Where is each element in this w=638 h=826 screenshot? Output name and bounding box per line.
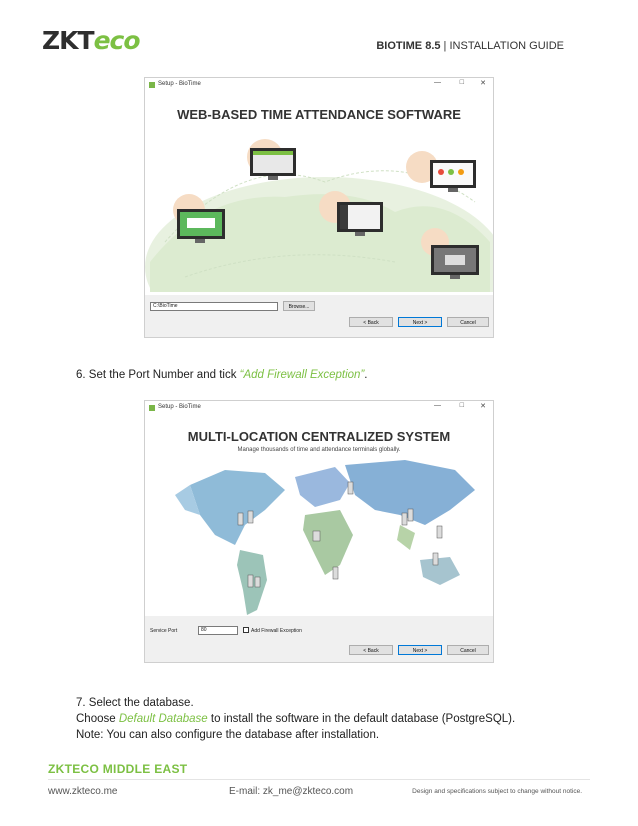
monitor-icon (250, 148, 296, 180)
monitor-icon (430, 160, 476, 192)
installer-footer: Service Port 80 Add Firewall Exception <… (145, 616, 493, 662)
step-7-instruction: Choose Default Database to install the s… (76, 713, 515, 725)
window-title: Setup - BioTime (158, 404, 201, 410)
footer-brand: ZKTECO MIDDLE EAST (48, 762, 188, 776)
footer-website[interactable]: www.zkteco.me (48, 786, 117, 797)
firewall-checkbox-label[interactable]: Add Firewall Exception (251, 628, 302, 634)
back-button[interactable]: < Back (349, 317, 393, 327)
service-port-field[interactable]: 80 (198, 626, 238, 635)
hero-banner: MULTI-LOCATION CENTRALIZED SYSTEM Manage… (145, 415, 493, 630)
monitor-icon (431, 245, 479, 279)
next-button[interactable]: Next > (398, 317, 442, 327)
footer-divider (48, 779, 590, 780)
maximize-icon[interactable]: □ (460, 79, 464, 86)
installer-footer: C:\BioTime Browse... < Back Next > Cance… (145, 295, 493, 337)
setup-window-screenshot-1: Setup - BioTime — □ ✕ WEB-BASED TIME ATT… (144, 77, 494, 338)
footer-disclaimer: Design and specifications subject to cha… (412, 788, 582, 795)
maximize-icon[interactable]: □ (460, 402, 464, 409)
footer-email[interactable]: E-mail: zk_me@zkteco.com (229, 786, 353, 797)
firewall-checkbox[interactable] (243, 627, 249, 633)
service-port-label: Service Port (150, 628, 178, 634)
browse-button[interactable]: Browse... (283, 301, 315, 311)
hero-banner: WEB-BASED TIME ATTENDANCE SOFTWARE (145, 92, 493, 292)
zkteco-logo: ZKTeco (42, 26, 141, 55)
next-button[interactable]: Next > (398, 645, 442, 655)
close-icon[interactable]: ✕ (480, 402, 486, 410)
step-7-title: 7. Select the database. (76, 697, 194, 709)
window-titlebar: Setup - BioTime — □ ✕ (145, 78, 493, 92)
step-7-text: Choose (76, 713, 119, 725)
monitor-icon (177, 209, 225, 243)
minimize-icon[interactable]: — (434, 79, 441, 86)
logo-main-text: ZKT (42, 26, 95, 55)
monitor-icon (337, 202, 383, 236)
document-header: BIOTIME 8.5 | INSTALLATION GUIDE (376, 40, 564, 52)
cancel-button[interactable]: Cancel (447, 645, 489, 655)
step-6-instruction: 6. Set the Port Number and tick “Add Fir… (76, 369, 367, 381)
world-map-illustration (175, 460, 475, 615)
world-map-illustration (145, 139, 493, 292)
window-title: Setup - BioTime (158, 81, 201, 87)
step-7-note: Note: You can also configure the databas… (76, 729, 380, 741)
step-7-text-end: to install the software in the default d… (207, 713, 516, 725)
product-name: BIOTIME 8.5 (376, 40, 441, 52)
step-6-highlight: “Add Firewall Exception” (239, 369, 365, 381)
install-path-field[interactable]: C:\BioTime (150, 302, 278, 311)
guide-title: INSTALLATION GUIDE (449, 40, 564, 52)
back-button[interactable]: < Back (349, 645, 393, 655)
logo-accent-text: eco (93, 26, 141, 55)
app-icon (149, 82, 155, 88)
minimize-icon[interactable]: — (434, 402, 441, 409)
setup-window-screenshot-2: Setup - BioTime — □ ✕ MULTI-LOCATION CEN… (144, 400, 494, 663)
cancel-button[interactable]: Cancel (447, 317, 489, 327)
step-6-text: 6. Set the Port Number and tick (76, 369, 240, 381)
step-6-end: . (364, 369, 368, 381)
step-7-highlight: Default Database (118, 713, 208, 725)
close-icon[interactable]: ✕ (480, 79, 486, 87)
app-icon (149, 405, 155, 411)
window-titlebar: Setup - BioTime — □ ✕ (145, 401, 493, 415)
